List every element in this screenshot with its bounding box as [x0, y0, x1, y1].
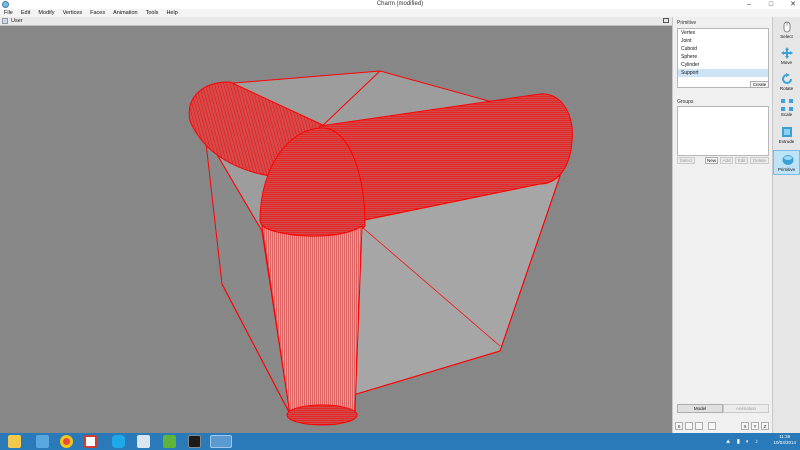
scale-tool[interactable]: Scale	[773, 96, 800, 121]
bottom-cap	[286, 404, 358, 426]
small-tool-button[interactable]	[708, 422, 716, 430]
scale-tool-label: Scale	[780, 112, 793, 117]
menu-modify[interactable]: Modify	[34, 9, 58, 17]
y-axis-button[interactable]: Y	[751, 422, 759, 430]
file-explorer-icon[interactable]	[8, 435, 21, 448]
menu-edit[interactable]: Edit	[17, 9, 34, 17]
folder-icon[interactable]	[36, 435, 49, 448]
menu-file[interactable]: File	[0, 9, 17, 17]
add-group-button[interactable]: Add	[720, 157, 733, 164]
rotate-tool-label: Rotate	[779, 86, 794, 91]
scale-icon	[781, 99, 793, 111]
select-tool-label: Select	[780, 34, 793, 39]
maximize-viewport-icon[interactable]	[663, 18, 669, 23]
extrude-tool[interactable]: Extrude	[773, 123, 800, 148]
window-controls: – □ ✕	[744, 0, 798, 9]
list-item[interactable]: Joint	[678, 37, 768, 45]
groups-list[interactable]	[677, 106, 769, 156]
primitive-tool[interactable]: Primitive	[773, 150, 800, 175]
list-item[interactable]: Vertex	[678, 29, 768, 37]
list-item[interactable]: Cuboid	[678, 45, 768, 53]
chrome-icon[interactable]	[60, 435, 73, 448]
close-icon[interactable]: ✕	[788, 0, 798, 9]
3d-viewport[interactable]: User	[0, 17, 672, 433]
primitive-panel: Primitive Vertex Joint Cuboid Sphere Cyl…	[672, 17, 772, 433]
primitive-list: Vertex Joint Cuboid Sphere Cylinder Supp…	[677, 28, 769, 88]
taskbar: ▲ ▮ ◐ ♪ 11:38 10/03/2014	[0, 433, 800, 450]
rotate-icon	[782, 73, 792, 84]
clock-date: 10/03/2014	[773, 440, 796, 445]
move-tool[interactable]: Move	[773, 44, 800, 69]
primitive-icon	[782, 155, 794, 165]
extrude-icon	[782, 127, 792, 137]
select-icon	[783, 21, 791, 33]
extrude-tool-label: Extrude	[778, 139, 795, 144]
minimize-icon[interactable]: –	[744, 0, 754, 9]
small-tool-button[interactable]	[685, 422, 693, 430]
primitive-tool-label: Primitive	[777, 167, 796, 172]
move-tool-label: Move	[780, 60, 792, 65]
menu-tools[interactable]: Tools	[142, 9, 163, 17]
animation-tab[interactable]: Animation	[723, 404, 769, 413]
terminal-icon[interactable]	[188, 435, 201, 448]
menu-help[interactable]: Help	[162, 9, 181, 17]
groups-section-title: Groups	[677, 99, 694, 105]
model-tab[interactable]: Model	[677, 404, 723, 413]
delete-group-button[interactable]: Delete	[750, 157, 769, 164]
menu-vertices[interactable]: Vertices	[59, 9, 87, 17]
list-item[interactable]: Cylinder	[678, 61, 768, 69]
primitive-section-title: Primitive	[677, 20, 697, 26]
small-tool-button[interactable]: S	[675, 422, 683, 430]
new-group-button[interactable]: New	[705, 157, 718, 164]
z-axis-button[interactable]: Z	[761, 422, 769, 430]
x-axis-button[interactable]: X	[741, 422, 749, 430]
tool-strip: Select Move Rotate Scale Extrude Primiti…	[772, 17, 800, 433]
move-icon	[781, 47, 793, 59]
app-icon[interactable]	[137, 435, 150, 448]
select-group-button[interactable]: Select	[677, 157, 695, 164]
edit-group-button[interactable]: Edit	[735, 157, 748, 164]
clock[interactable]: 11:38 10/03/2014	[773, 434, 796, 446]
skype-icon[interactable]	[112, 435, 125, 448]
list-item[interactable]: Sphere	[678, 53, 768, 61]
viewport-header: User	[0, 17, 672, 26]
window-title: Charm (modified)	[376, 1, 424, 7]
viewport-label: User	[11, 18, 23, 24]
create-button[interactable]: Create	[750, 81, 769, 88]
menu-animation[interactable]: Animation	[109, 9, 141, 17]
list-item-selected[interactable]: Support	[678, 69, 768, 77]
rotate-tool[interactable]: Rotate	[773, 70, 800, 95]
qt-creator-icon[interactable]	[163, 435, 176, 448]
system-tray-icons[interactable]: ▲ ▮ ◐ ♪	[725, 438, 760, 445]
maximize-icon[interactable]: □	[766, 0, 776, 9]
menu-faces[interactable]: Faces	[86, 9, 109, 17]
vertical-tube	[261, 224, 363, 423]
wireframe-model[interactable]	[0, 26, 672, 433]
charm-icon[interactable]	[210, 435, 232, 448]
select-tool[interactable]: Select	[773, 18, 800, 43]
small-tool-button[interactable]	[695, 422, 703, 430]
gmail-icon[interactable]	[84, 435, 97, 448]
viewport-icon	[2, 18, 8, 24]
